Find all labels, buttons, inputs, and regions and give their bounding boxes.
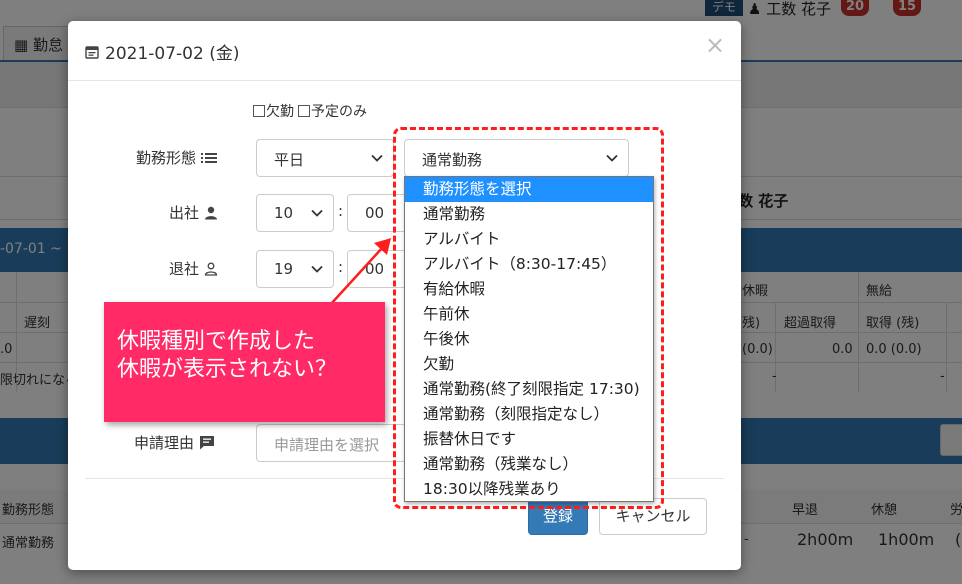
callout-line-2: 休暇が表示されない？ <box>117 357 338 382</box>
modal-header: 2021-07-02 (金) × <box>68 21 741 81</box>
chevron-down-icon <box>311 209 323 217</box>
absence-checkbox[interactable]: 欠勤 <box>253 101 294 121</box>
dropdown-option[interactable]: 通常勤務 <box>405 202 653 227</box>
dropdown-option[interactable]: アルバイト <box>405 227 653 252</box>
checkbox-row: 欠勤 予定のみ <box>253 101 367 121</box>
time-separator: : <box>338 202 344 220</box>
dropdown-option[interactable]: 欠勤 <box>405 352 653 377</box>
day-type-select[interactable]: 平日 <box>256 139 394 177</box>
callout-line-1: 休暇種別で作成した <box>117 329 316 354</box>
planned-only-checkbox[interactable]: 予定のみ <box>298 101 367 121</box>
modal-title: 2021-07-02 (金) <box>85 39 239 64</box>
list-icon <box>201 152 218 163</box>
dropdown-option[interactable]: 通常勤務(終了刻限指定 17:30) <box>405 377 653 402</box>
clock-out-label: 退社 <box>169 258 218 279</box>
comment-icon <box>200 436 215 450</box>
chevron-down-icon <box>371 154 383 162</box>
checkbox-box[interactable] <box>253 105 265 117</box>
chevron-down-icon <box>311 265 323 273</box>
dropdown-option[interactable]: 振替休日です <box>405 427 653 452</box>
clock-in-hour-select[interactable]: 10 <box>256 194 334 232</box>
checkbox-box[interactable] <box>298 105 310 117</box>
clock-out-hour-select[interactable]: 19 <box>256 250 334 288</box>
reason-select[interactable]: 申請理由を選択 <box>256 424 406 462</box>
dropdown-option[interactable]: 午後休 <box>405 327 653 352</box>
calendar-icon <box>85 45 99 59</box>
dropdown-option[interactable]: 有給休暇 <box>405 277 653 302</box>
work-pattern-dropdown-list[interactable]: 勤務形態を選択 通常勤務 アルバイト アルバイト（8:30-17:45） 有給休… <box>404 176 654 502</box>
clock-in-label: 出社 <box>169 202 218 223</box>
dropdown-option[interactable]: 午前休 <box>405 302 653 327</box>
close-icon[interactable]: × <box>705 33 725 57</box>
time-separator: : <box>338 258 344 276</box>
dropdown-option[interactable]: 勤務形態を選択 <box>405 177 653 202</box>
dropdown-option[interactable]: 通常勤務（刻限指定なし） <box>405 402 653 427</box>
work-type-label: 勤務形態 <box>136 147 218 168</box>
dropdown-option[interactable]: 18:30以降残業あり <box>405 477 653 502</box>
annotation-callout: 休暇種別で作成した 休暇が表示されない？ <box>104 302 385 422</box>
dropdown-option[interactable]: 通常勤務（残業なし） <box>405 452 653 477</box>
dropdown-option[interactable]: アルバイト（8:30-17:45） <box>405 252 653 277</box>
user-outline-icon <box>204 262 218 276</box>
user-icon <box>205 206 218 219</box>
reason-label: 申請理由 <box>134 432 215 453</box>
